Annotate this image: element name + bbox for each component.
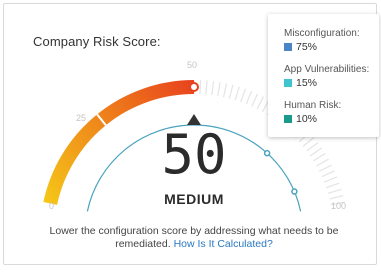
legend-item-misconfiguration: Misconfiguration: 75% (284, 28, 360, 53)
gauge-tick-label: 50 (187, 60, 198, 70)
risk-breakdown-legend: Misconfiguration: 75% App Vulnerabilitie… (268, 14, 379, 137)
gauge-track-tick (323, 176, 338, 183)
gauge-track-tick (256, 96, 265, 110)
gauge-end-marker (189, 82, 199, 92)
gauge-tick-label: 0 (49, 201, 55, 211)
footer-help-text: Lower the configuration score by address… (44, 225, 344, 251)
gauge-track-tick (316, 158, 329, 167)
gauge-track-tick (313, 153, 326, 162)
gauge-tick-label: 25 (76, 113, 87, 123)
gauge-track-tick (302, 137, 315, 147)
how-calculated-link[interactable]: How Is It Calculated? (174, 238, 273, 250)
risk-level-label: MEDIUM (164, 191, 224, 207)
risk-score-value: 50 (161, 123, 227, 186)
gauge-track-tick (321, 170, 335, 178)
gauge-track-tick (251, 93, 259, 107)
inner-ring-marker (291, 188, 298, 195)
legend-swatch (284, 43, 292, 51)
gauge-track-tick (245, 90, 253, 105)
legend-item-app-vulnerabilities: App Vulnerabilities: 15% (284, 64, 369, 89)
gauge-track-tick (306, 142, 319, 152)
gauge-track-tick (309, 147, 323, 157)
legend-swatch (284, 115, 292, 123)
inner-ring-marker (263, 149, 271, 157)
legend-label: Human Risk: (284, 100, 342, 111)
gauge-track-tick (222, 83, 228, 98)
legend-value: 15% (296, 77, 318, 89)
legend-value: 75% (296, 41, 318, 53)
gauge-track-tick (199, 80, 202, 95)
legend-swatch (284, 79, 292, 87)
legend-item-human-risk: Human Risk: 10% (284, 100, 341, 125)
gauge-tick-label: 100 (331, 201, 347, 211)
legend-label: App Vulnerabilities: (284, 64, 370, 75)
gauge-track-tick (228, 84, 234, 99)
gauge-track-tick (329, 195, 344, 200)
gauge-track-tick (205, 80, 208, 95)
gauge-track-tick (217, 82, 221, 97)
gauge-track-tick (325, 182, 340, 189)
risk-score-card: Company Risk Score: 0 25 50 100 50 MEDIU… (3, 3, 379, 265)
gauge-track-tick (240, 88, 246, 103)
gauge-track-tick (318, 164, 332, 172)
gauge-track-tick (234, 86, 240, 101)
gauge-track-tick (327, 188, 342, 194)
legend-label: Misconfiguration: (284, 28, 360, 39)
legend-value: 10% (296, 113, 318, 125)
gauge-track-tick (211, 81, 215, 96)
